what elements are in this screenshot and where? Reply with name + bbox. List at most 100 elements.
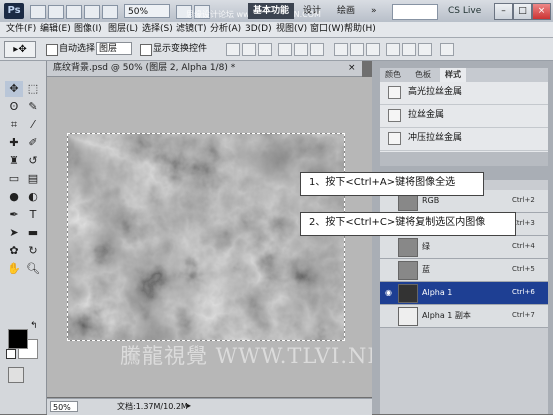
eraser-tool-icon[interactable]: ▭ (5, 171, 23, 187)
distribute-left-icon[interactable] (386, 43, 400, 56)
style-swatch (388, 109, 401, 122)
quick-mask-icon[interactable] (8, 367, 24, 383)
workspace-essentials-button[interactable]: 基本功能 (248, 3, 295, 19)
tab-color[interactable]: 颜色 (380, 68, 406, 82)
path-selection-tool-icon[interactable]: ➤ (5, 225, 23, 241)
workspace-more-button[interactable]: » (366, 3, 382, 19)
zoom-tool-icon[interactable]: 🔍︎ (24, 261, 42, 277)
channel-thumbnail (398, 261, 418, 280)
default-colors-icon[interactable] (6, 349, 16, 359)
menu-edit[interactable]: 编辑(E) (38, 22, 73, 37)
menu-layer[interactable]: 图层(L) (106, 22, 140, 37)
align-bottom-icon[interactable] (258, 43, 272, 56)
zoom-field[interactable]: 50% (50, 401, 78, 412)
status-menu-icon[interactable]: ▸ (187, 401, 191, 410)
search-input[interactable] (392, 4, 438, 20)
close-document-icon[interactable]: × (348, 61, 356, 76)
tab-styles[interactable]: 样式 (440, 68, 466, 82)
distribute-hcenter-icon[interactable] (402, 43, 416, 56)
distribute-bottom-icon[interactable] (366, 43, 380, 56)
workspace-design-button[interactable]: 设计 (298, 3, 326, 19)
style-item[interactable]: 高光拉丝金属 (380, 82, 548, 105)
style-label: 拉丝金属 (408, 110, 445, 120)
options-bar: ▸✥ 自动选择: 图层 显示变换控件 (0, 38, 553, 61)
view-extras-icon[interactable] (66, 5, 82, 19)
show-transform-checkbox[interactable] (140, 44, 152, 56)
visibility-toggle[interactable] (384, 311, 393, 320)
align-left-icon[interactable] (278, 43, 292, 56)
crop-tool-icon[interactable]: ⌗ (5, 117, 23, 133)
swap-colors-icon[interactable]: ↰ (30, 321, 38, 331)
auto-select-checkbox[interactable] (46, 44, 58, 56)
blur-tool-icon[interactable]: ● (5, 189, 23, 205)
instruction-callout-2: 2、按下<Ctrl+C>键将复制选区内图像 (300, 212, 516, 236)
close-button[interactable]: × (532, 3, 551, 20)
cs-live-button[interactable]: CS Live (448, 4, 481, 18)
restore-button[interactable]: □ (513, 3, 532, 20)
menu-3d[interactable]: 3D(D) (243, 22, 274, 37)
type-tool-icon[interactable]: T (24, 207, 42, 223)
workspace-painting-button[interactable]: 绘画 (332, 3, 360, 19)
align-right-icon[interactable] (310, 43, 324, 56)
visibility-toggle[interactable] (384, 265, 393, 274)
channel-row[interactable]: 绿 Ctrl+4 (380, 236, 548, 259)
tab-swatches[interactable]: 色板 (410, 68, 436, 82)
channel-row-selected[interactable]: ◉ Alpha 1 Ctrl+6 (380, 282, 548, 305)
zoom-tool-icon[interactable] (102, 5, 118, 19)
channel-thumbnail (398, 284, 418, 303)
healing-brush-tool-icon[interactable]: ✚ (5, 135, 23, 151)
menu-help[interactable]: 帮助(H) (342, 22, 378, 37)
distribute-vcenter-icon[interactable] (350, 43, 364, 56)
channel-shortcut: Ctrl+6 (512, 288, 535, 296)
menu-filter[interactable]: 滤镜(T) (174, 22, 209, 37)
zoom-level-select[interactable]: 50% (124, 4, 170, 18)
document-tab[interactable]: 底纹背景.psd @ 50% (图层 2, Alpha 1/8) * × (47, 61, 362, 77)
history-brush-tool-icon[interactable]: ↺ (24, 153, 42, 169)
3d-rotate-tool-icon[interactable]: ✿ (5, 243, 23, 259)
gradient-tool-icon[interactable]: ▤ (24, 171, 42, 187)
brush-tool-icon[interactable]: ✐ (24, 135, 42, 151)
foreground-color-swatch[interactable] (8, 329, 28, 349)
channel-row[interactable]: Alpha 1 副本 Ctrl+7 (380, 305, 548, 328)
auto-select-dropdown[interactable]: 图层 (96, 42, 132, 55)
tool-preset-picker[interactable]: ▸✥ (4, 41, 36, 58)
menu-window[interactable]: 窗口(W) (308, 22, 346, 37)
shape-tool-icon[interactable]: ▬ (24, 225, 42, 241)
eyedropper-tool-icon[interactable]: ⁄ (24, 117, 42, 133)
channel-row[interactable]: 蓝 Ctrl+5 (380, 259, 548, 282)
lasso-tool-icon[interactable]: ʘ (5, 99, 23, 115)
visibility-toggle[interactable] (384, 242, 393, 251)
hand-tool-icon[interactable] (84, 5, 100, 19)
minimize-button[interactable]: – (494, 3, 513, 20)
style-item[interactable]: 冲压拉丝金属 (380, 128, 548, 151)
channel-name: 蓝 (422, 265, 430, 274)
pen-tool-icon[interactable]: ✒ (5, 207, 23, 223)
quick-select-tool-icon[interactable]: ✎ (24, 99, 42, 115)
align-top-icon[interactable] (226, 43, 240, 56)
visibility-toggle[interactable] (384, 196, 393, 205)
mini-bridge-icon[interactable] (48, 5, 64, 19)
hand-tool-icon[interactable]: ✋ (5, 261, 23, 277)
bridge-icon[interactable] (30, 5, 46, 19)
align-hcenter-icon[interactable] (294, 43, 308, 56)
auto-align-icon[interactable] (440, 43, 454, 56)
distribute-top-icon[interactable] (334, 43, 348, 56)
menu-analysis[interactable]: 分析(A) (208, 22, 243, 37)
move-tool-icon[interactable]: ✥ (5, 81, 23, 97)
panel-tab-bar: 颜色 色板 样式 (380, 68, 548, 82)
distribute-right-icon[interactable] (418, 43, 432, 56)
menu-image[interactable]: 图像(I) (72, 22, 104, 37)
marquee-tool-icon[interactable]: ⬚ (24, 81, 42, 97)
eye-icon[interactable]: ◉ (384, 288, 393, 297)
clone-stamp-tool-icon[interactable]: ♜ (5, 153, 23, 169)
document-canvas[interactable] (67, 133, 345, 341)
align-vcenter-icon[interactable] (242, 43, 256, 56)
style-item[interactable]: 拉丝金属 (380, 105, 548, 128)
channel-shortcut: Ctrl+2 (512, 196, 535, 204)
3d-orbit-tool-icon[interactable]: ↻ (24, 243, 42, 259)
menu-view[interactable]: 视图(V) (274, 22, 309, 37)
dodge-tool-icon[interactable]: ◐ (24, 189, 42, 205)
menu-select[interactable]: 选择(S) (140, 22, 175, 37)
status-bar: 50% 文档:1.37M/10.2M ▸ (47, 398, 372, 415)
menu-file[interactable]: 文件(F) (4, 22, 38, 37)
